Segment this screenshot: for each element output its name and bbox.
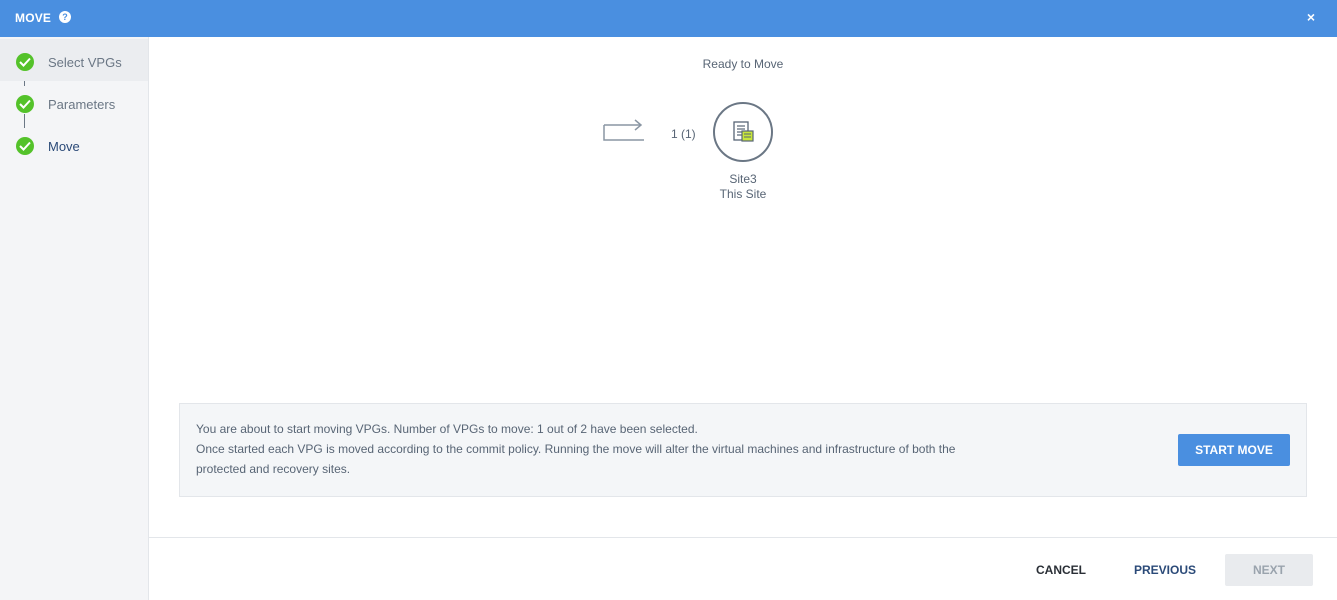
step-parameters[interactable]: Parameters xyxy=(0,81,148,123)
step-select-vpgs[interactable]: Select VPGs xyxy=(0,39,148,81)
site-node xyxy=(713,102,773,162)
cancel-button[interactable]: CANCEL xyxy=(1025,554,1097,586)
info-line-2: Once started each VPG is moved according… xyxy=(196,442,956,456)
help-icon[interactable]: ? xyxy=(59,11,71,23)
info-line-3: protected and recovery sites. xyxy=(196,462,351,476)
start-move-button[interactable]: START MOVE xyxy=(1178,434,1290,466)
check-icon xyxy=(16,95,34,113)
step-move[interactable]: Move xyxy=(0,123,148,165)
site-icon xyxy=(732,120,756,149)
dialog-header: MOVE ? × xyxy=(0,0,1337,37)
close-icon[interactable]: × xyxy=(1307,10,1315,24)
step-label: Move xyxy=(48,139,80,154)
check-icon xyxy=(16,137,34,155)
check-icon xyxy=(16,53,34,71)
step-label: Select VPGs xyxy=(48,55,122,70)
status-text: Ready to Move xyxy=(702,57,784,71)
info-line-1: You are about to start moving VPGs. Numb… xyxy=(196,422,698,436)
step-label: Parameters xyxy=(48,97,116,112)
move-info-panel: You are about to start moving VPGs. Numb… xyxy=(179,403,1307,497)
wizard-steps: Select VPGs Parameters Move xyxy=(0,37,149,600)
vpg-count: 1 (1) xyxy=(671,127,696,141)
next-button[interactable]: NEXT xyxy=(1225,554,1313,586)
main-panel: Ready to Move 1 (1) Site3 This Site You … xyxy=(149,37,1337,600)
move-arrow-icon xyxy=(602,119,646,150)
previous-button[interactable]: PREVIOUS xyxy=(1127,554,1203,586)
site-name: Site3 xyxy=(729,172,757,186)
site-label: Site3 This Site xyxy=(693,172,793,202)
site-descriptor: This Site xyxy=(719,187,767,201)
wizard-footer: CANCEL PREVIOUS NEXT xyxy=(149,537,1337,600)
dialog-title: MOVE xyxy=(15,11,52,25)
